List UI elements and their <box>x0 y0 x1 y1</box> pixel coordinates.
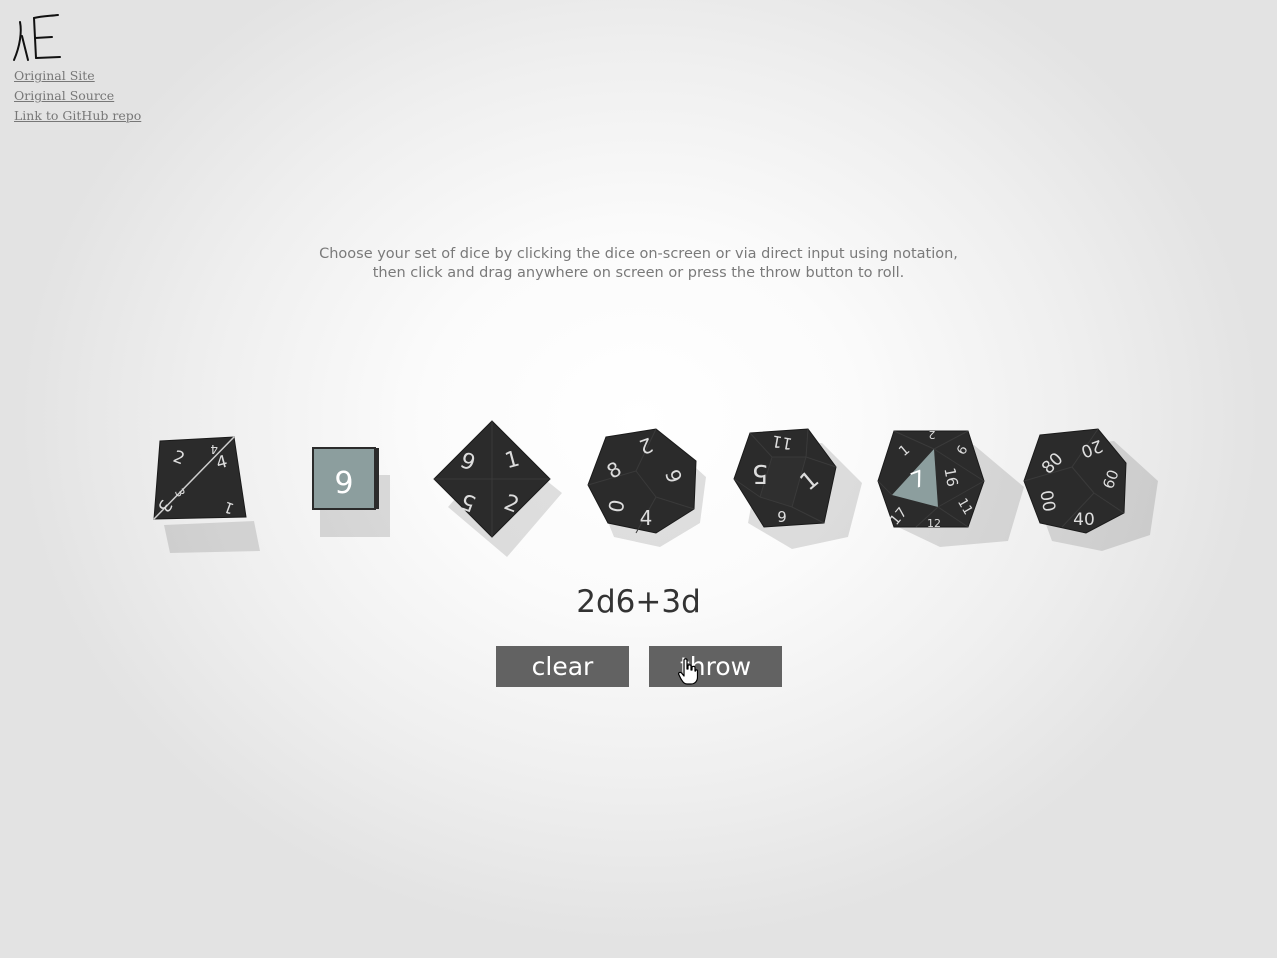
throw-button[interactable]: throw <box>649 646 782 687</box>
d4-die[interactable]: 2 4 3 1 4 3 <box>150 433 260 553</box>
d12-die-icon: 11 5 1 6 <box>733 428 862 549</box>
d100-die-icon: 80 20 00 60 40 <box>1023 428 1158 551</box>
d4-face-label: 4 <box>210 442 218 456</box>
dice-selector: 2 4 3 1 4 3 6 6 1 5 2 2 8 6 0 4 11 5 1 6… <box>0 415 1277 565</box>
logo-icon <box>13 14 61 61</box>
d6-die[interactable]: 6 <box>310 445 395 540</box>
d20-face-label: 12 <box>927 517 941 530</box>
instructions: Choose your set of dice by clicking the … <box>0 245 1277 283</box>
instructions-line-2: then click and drag anywhere on screen o… <box>372 265 905 281</box>
d100-face-label: 00 <box>1035 489 1058 514</box>
d8-die-icon: 6 1 5 2 <box>433 420 562 557</box>
dice-notation-input[interactable]: 2d6+3d <box>0 580 1277 624</box>
d6-face-label: 6 <box>334 463 353 498</box>
d4-die-icon: 2 4 3 1 4 3 <box>153 436 260 553</box>
d6-die-icon: 6 <box>312 447 390 537</box>
clear-button[interactable]: clear <box>496 646 629 687</box>
d12-die[interactable]: 11 5 1 6 <box>732 427 867 552</box>
d10-die[interactable]: 2 8 6 0 4 <box>584 427 714 552</box>
d100-face-label: 40 <box>1073 510 1095 530</box>
links-list: Original Site Original Source Link to Gi… <box>14 66 141 126</box>
d12-face-label: 11 <box>770 431 793 453</box>
instructions-line-1: Choose your set of dice by clicking the … <box>319 246 958 262</box>
d20-face-label: 2 <box>929 428 936 441</box>
d20-die[interactable]: 7 1 2 9 16 17 11 12 <box>876 427 1026 552</box>
d10-die-icon: 2 8 6 0 4 <box>587 428 706 547</box>
d8-die[interactable]: 6 1 5 2 <box>432 419 567 559</box>
logo <box>12 12 64 64</box>
d100-die[interactable]: 80 20 00 60 40 <box>1022 427 1162 552</box>
d20-face-label: 16 <box>940 466 961 488</box>
original-site-link[interactable]: Original Site <box>14 66 141 86</box>
original-source-link[interactable]: Original Source <box>14 86 141 106</box>
github-repo-link[interactable]: Link to GitHub repo <box>14 106 141 126</box>
d20-die-icon: 7 1 2 9 16 17 11 12 <box>877 428 1024 547</box>
d10-face-label: 4 <box>640 506 653 530</box>
d12-face-label: 5 <box>752 458 769 488</box>
d12-face-label: 6 <box>777 507 787 525</box>
